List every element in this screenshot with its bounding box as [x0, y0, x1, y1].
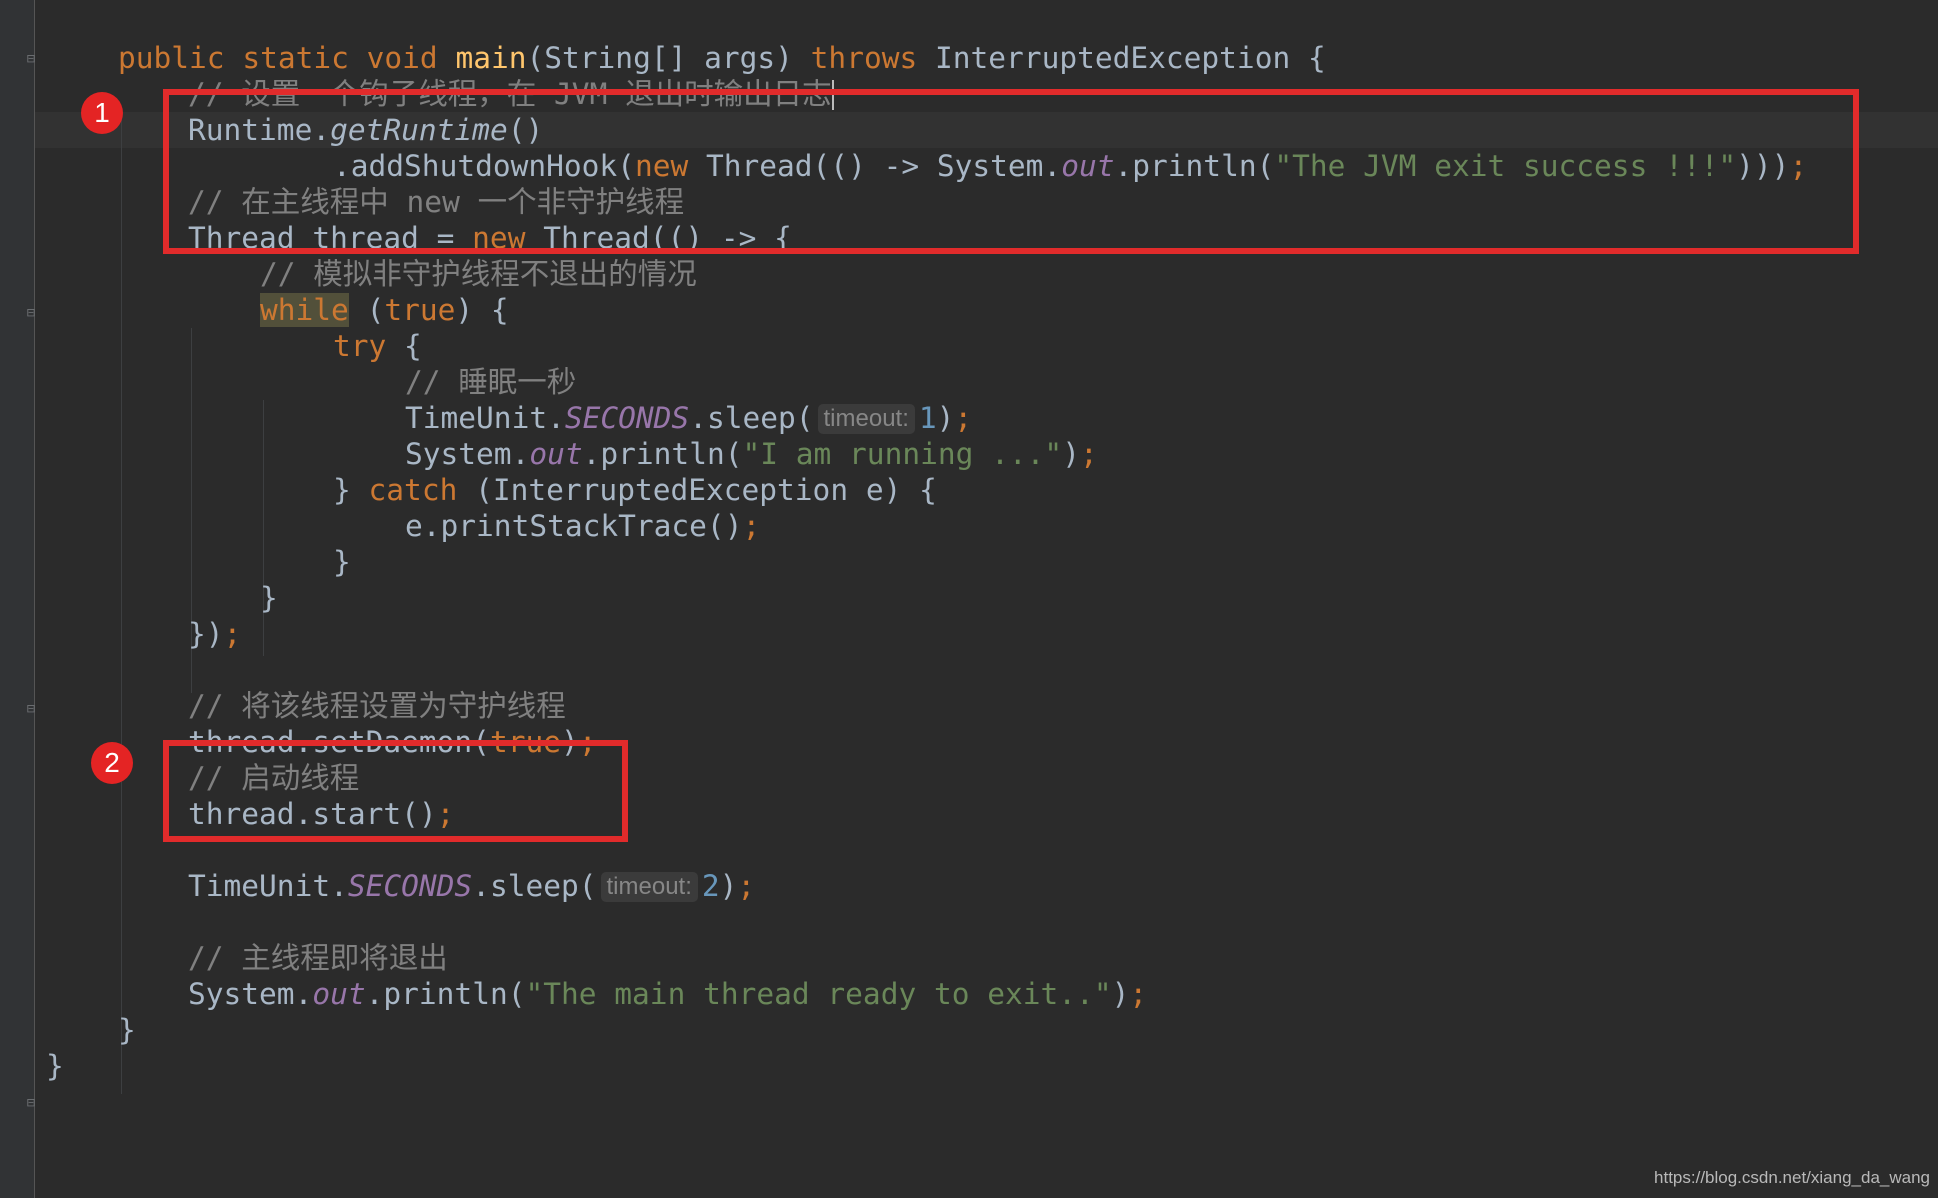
code-line: // 主线程即将退出 — [188, 941, 448, 975]
annotation-box-1 — [163, 89, 1859, 254]
annotation-box-2 — [163, 740, 628, 842]
code-line: // 模拟非守护线程不退出的情况 — [260, 257, 697, 291]
code-line: e.printStackTrace(); — [405, 509, 761, 543]
blank-line — [0, 652, 1807, 688]
fold-end-icon[interactable]: ⊟ — [24, 1096, 38, 1110]
code-line: } catch (InterruptedException e) { — [333, 473, 937, 507]
annotation-marker-2: 2 — [91, 742, 133, 784]
code-line: while (true) { — [260, 293, 509, 327]
code-line: } — [260, 581, 278, 615]
code-line: try { — [333, 329, 422, 363]
code-line: public static void main(String[] args) t… — [118, 41, 1326, 75]
watermark: https://blog.csdn.net/xiang_da_wang — [1654, 1168, 1930, 1187]
code-line: System.out.println("The main thread read… — [188, 977, 1148, 1011]
blank-line — [0, 904, 1807, 940]
code-line: }); — [188, 617, 242, 651]
annotation-marker-1: 1 — [81, 92, 123, 134]
code-line: // 睡眠一秒 — [405, 365, 577, 399]
code-line: } — [333, 545, 351, 579]
code-line: TimeUnit.SECONDS.sleep(timeout: 2); — [188, 869, 756, 903]
parameter-hint: timeout: — [817, 404, 915, 434]
code-line: } — [118, 1013, 136, 1047]
code-line: TimeUnit.SECONDS.sleep(timeout: 1); — [405, 401, 973, 435]
code-line: // 将该线程设置为守护线程 — [188, 689, 566, 723]
code-line: System.out.println("I am running ..."); — [405, 437, 1098, 471]
parameter-hint: timeout: — [600, 872, 698, 902]
code-line: } — [46, 1049, 64, 1083]
